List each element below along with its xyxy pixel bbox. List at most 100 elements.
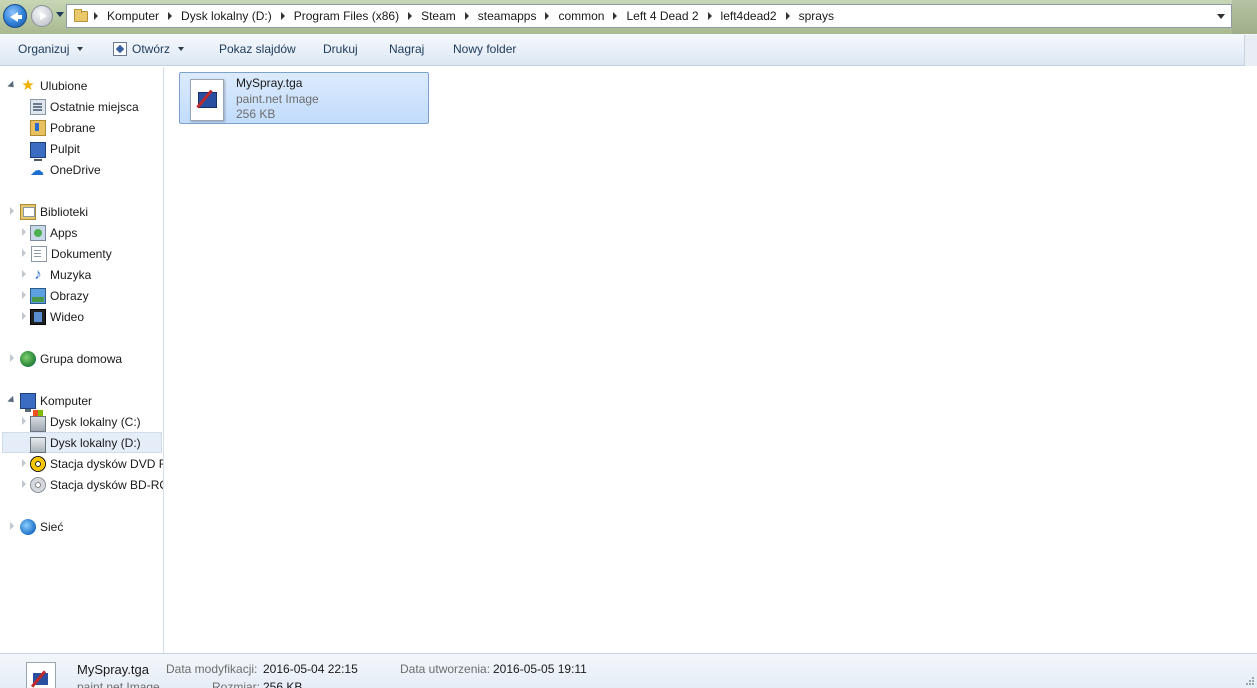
star-icon: ★ xyxy=(21,76,35,94)
expand-arrow-icon[interactable] xyxy=(7,395,17,406)
expand-arrow-icon[interactable] xyxy=(10,354,14,362)
nav-label: Pobrane xyxy=(50,120,96,135)
open-button[interactable]: Otwórz xyxy=(113,42,185,56)
chevron-down-icon xyxy=(77,47,84,51)
resize-grip-icon[interactable] xyxy=(1245,676,1255,686)
nav-item-network[interactable]: Sieć xyxy=(20,516,63,537)
document-icon xyxy=(31,245,47,262)
expand-arrow-icon[interactable] xyxy=(22,270,26,278)
breadcrumb-item[interactable]: Dysk lokalny (D:) xyxy=(181,5,272,27)
breadcrumb-separator-icon[interactable] xyxy=(613,12,618,20)
expand-arrow-icon[interactable] xyxy=(22,291,26,299)
nav-label: Pulpit xyxy=(50,141,81,156)
expand-arrow-icon[interactable] xyxy=(22,417,26,425)
nav-label: Apps xyxy=(50,225,78,240)
navigation-pane[interactable]: ★ Ulubione Ostatnie miejsca Pobrane Pulp… xyxy=(0,67,164,653)
breadcrumb-item[interactable]: Left 4 Dead 2 xyxy=(626,5,698,27)
details-pane: MySpray.tga paint.net Image Data modyfik… xyxy=(0,653,1257,688)
breadcrumb-separator-icon[interactable] xyxy=(545,12,550,20)
pictures-icon xyxy=(30,287,46,304)
details-file-name: MySpray.tga xyxy=(77,662,150,677)
nav-item-documents[interactable]: Dokumenty xyxy=(30,243,112,264)
video-icon xyxy=(30,308,46,325)
file-size: 256 KB xyxy=(236,107,276,121)
nav-item-music[interactable]: ♪ Muzyka xyxy=(30,264,91,285)
breadcrumb-separator-icon[interactable] xyxy=(707,12,712,20)
slideshow-button[interactable]: Pokaz slajdów xyxy=(219,42,296,56)
nav-item-onedrive[interactable]: ☁ OneDrive xyxy=(30,159,101,180)
nav-label: Dokumenty xyxy=(51,246,112,261)
created-label: Data utworzenia: xyxy=(400,662,491,676)
breadcrumb-separator-icon[interactable] xyxy=(94,12,98,20)
folder-icon xyxy=(74,8,88,22)
cloud-icon: ☁ xyxy=(30,161,44,178)
breadcrumb-separator-icon[interactable] xyxy=(280,12,285,20)
breadcrumb-item[interactable]: steamapps xyxy=(478,5,537,27)
nav-item-videos[interactable]: Wideo xyxy=(30,306,84,327)
expand-arrow-icon[interactable] xyxy=(10,207,14,215)
nav-item-homegroup[interactable]: Grupa domowa xyxy=(20,348,122,369)
expand-arrow-icon[interactable] xyxy=(7,80,17,91)
file-type: paint.net Image xyxy=(236,92,319,106)
breadcrumb-item[interactable]: sprays xyxy=(799,5,834,27)
breadcrumb-separator-icon[interactable] xyxy=(464,12,469,20)
address-bar-edge xyxy=(1232,0,1257,34)
dvd-drive-icon xyxy=(30,455,46,472)
breadcrumb-separator-icon[interactable] xyxy=(168,12,173,20)
nav-label: Dysk lokalny (C:) xyxy=(50,414,141,429)
nav-item-dvd[interactable]: Stacja dysków DVD RW xyxy=(30,453,163,474)
expand-arrow-icon[interactable] xyxy=(22,480,26,488)
address-dropdown-icon[interactable] xyxy=(1217,14,1225,19)
file-item[interactable]: MySpray.tga paint.net Image 256 KB xyxy=(179,72,429,124)
nav-label: Obrazy xyxy=(50,288,89,303)
file-list[interactable]: MySpray.tga paint.net Image 256 KB xyxy=(165,67,1244,653)
nav-item-favorites[interactable]: ★ Ulubione xyxy=(20,75,87,96)
nav-item-computer[interactable]: Komputer xyxy=(20,390,92,412)
created-value: 2016-05-05 19:11 xyxy=(493,662,587,676)
breadcrumb-separator-icon[interactable] xyxy=(785,12,790,20)
music-icon: ♪ xyxy=(34,265,42,283)
nav-item-downloads[interactable]: Pobrane xyxy=(30,117,95,138)
breadcrumb-item[interactable]: Komputer xyxy=(107,5,159,27)
modified-label: Data modyfikacji: xyxy=(166,662,258,676)
breadcrumb-item[interactable]: common xyxy=(558,5,604,27)
expand-arrow-icon[interactable] xyxy=(22,249,26,257)
forward-button[interactable] xyxy=(31,5,53,27)
burn-button[interactable]: Nagraj xyxy=(389,42,424,56)
network-icon xyxy=(20,518,36,535)
nav-label: Sieć xyxy=(40,519,64,534)
recent-places-icon xyxy=(30,98,46,115)
nav-label: Ulubione xyxy=(40,78,88,93)
breadcrumb-item[interactable]: left4dead2 xyxy=(721,5,777,27)
print-button[interactable]: Drukuj xyxy=(323,42,358,56)
breadcrumb-item[interactable]: Program Files (x86) xyxy=(294,5,399,27)
organize-label: Organizuj xyxy=(18,42,70,56)
file-name: MySpray.tga xyxy=(236,76,303,90)
address-region: Komputer Dysk lokalny (D:) Program Files… xyxy=(0,0,1257,34)
chevron-down-icon xyxy=(178,47,185,51)
nav-item-desktop[interactable]: Pulpit xyxy=(30,138,81,161)
recent-pages-dropdown[interactable] xyxy=(56,12,64,17)
address-bar[interactable]: Komputer Dysk lokalny (D:) Program Files… xyxy=(66,4,1232,28)
nav-item-libraries[interactable]: Biblioteki xyxy=(20,201,88,222)
new-folder-button[interactable]: Nowy folder xyxy=(453,42,516,56)
command-bar: Organizuj Otwórz Pokaz slajdów Drukuj Na… xyxy=(0,34,1257,66)
nav-label: Ostatnie miejsca xyxy=(50,99,139,114)
nav-item-recent[interactable]: Ostatnie miejsca xyxy=(30,96,139,117)
back-button[interactable] xyxy=(3,4,27,28)
vertical-scrollbar[interactable] xyxy=(1244,67,1257,653)
nav-item-drive-d[interactable]: Dysk lokalny (D:) xyxy=(2,432,162,453)
nav-item-pictures[interactable]: Obrazy xyxy=(30,285,89,306)
breadcrumb-separator-icon[interactable] xyxy=(408,12,413,20)
drive-icon xyxy=(30,436,46,453)
breadcrumb-item[interactable]: Steam xyxy=(421,5,456,27)
expand-arrow-icon[interactable] xyxy=(22,228,26,236)
expand-arrow-icon[interactable] xyxy=(22,459,26,467)
expand-arrow-icon[interactable] xyxy=(10,522,14,530)
nav-item-bd[interactable]: Stacja dysków BD-ROM xyxy=(30,474,163,495)
nav-item-apps[interactable]: Apps xyxy=(30,222,77,243)
expand-arrow-icon[interactable] xyxy=(22,312,26,320)
size-value: 256 KB xyxy=(263,680,303,688)
organize-button[interactable]: Organizuj xyxy=(18,42,84,56)
nav-item-drive-c[interactable]: Dysk lokalny (C:) xyxy=(30,409,141,432)
